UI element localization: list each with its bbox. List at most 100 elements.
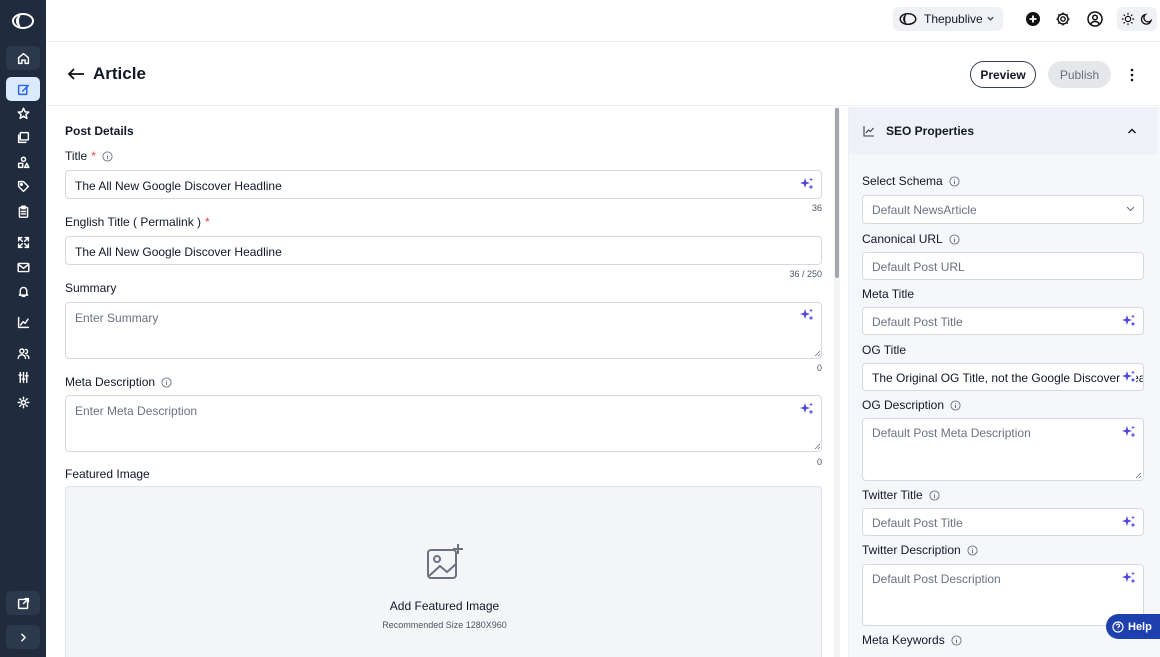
info-icon[interactable] (102, 150, 113, 162)
ai-sparkle-icon[interactable] (1122, 571, 1136, 585)
meta-keywords-label: Meta Keywords (862, 633, 962, 647)
chevron-down-icon (987, 16, 994, 21)
help-circle-icon[interactable] (967, 544, 978, 556)
meta-description-label-text: Meta Description (65, 375, 156, 389)
chevron-up-icon[interactable] (1127, 127, 1137, 135)
help-circle-icon[interactable] (951, 634, 962, 646)
seo-properties-header[interactable]: SEO Properties (849, 107, 1157, 154)
ai-sparkle-icon[interactable] (1122, 425, 1136, 439)
sidebar-item-featured[interactable] (6, 101, 40, 125)
featured-image-dropzone[interactable]: Add Featured Image Recommended Size 1280… (65, 486, 822, 657)
meta-description-label: Meta Description (65, 375, 172, 389)
help-circle-icon[interactable] (949, 233, 960, 245)
help-circle-icon[interactable] (950, 399, 961, 411)
preview-button[interactable]: Preview (970, 61, 1036, 88)
sidebar-item-analytics[interactable] (6, 310, 40, 334)
schema-select[interactable]: Default NewsArticle (862, 195, 1144, 224)
add-image-icon (427, 544, 463, 579)
sliders-icon (17, 371, 29, 383)
external-link-icon (17, 597, 29, 609)
sidebar-item-settings[interactable] (6, 390, 40, 414)
ai-sparkle-icon[interactable] (800, 308, 814, 322)
mail-icon (16, 262, 30, 272)
meta-title-input[interactable]: Default Post Title (862, 307, 1144, 335)
og-title-input[interactable]: The Original OG Title, not the Google Di… (862, 363, 1144, 391)
ai-sparkle-icon[interactable] (800, 402, 814, 416)
twitter-title-label: Twitter Title (862, 488, 940, 502)
english-title-char-count: 36 / 250 (789, 269, 822, 279)
summary-textarea[interactable]: Enter Summary (65, 302, 822, 359)
workspace-name: Thepublive (924, 12, 983, 26)
sidebar-item-home[interactable] (6, 46, 40, 70)
resize-handle-icon[interactable] (1135, 472, 1142, 479)
help-label: Help (1128, 620, 1152, 633)
sidebar-item-gallery[interactable] (6, 125, 40, 149)
sidebar (0, 0, 46, 657)
meta-description-textarea[interactable]: Enter Meta Description (65, 395, 822, 452)
back-arrow-icon[interactable] (67, 67, 85, 81)
shapes-icon (17, 155, 30, 168)
publish-button[interactable]: Publish (1048, 61, 1111, 88)
select-schema-label-text: Select Schema (862, 174, 943, 188)
sidebar-item-fullscreen[interactable] (6, 230, 40, 254)
required-mark: * (91, 149, 96, 163)
summary-label-text: Summary (65, 281, 117, 295)
summary-char-count: 0 (816, 363, 822, 373)
workspace-logo-icon (899, 12, 917, 26)
meta-title-label: Meta Title (862, 287, 914, 301)
sidebar-expand-button[interactable] (6, 625, 40, 649)
canonical-url-input[interactable]: Default Post URL (862, 252, 1144, 280)
ai-sparkle-icon[interactable] (1122, 370, 1136, 384)
ai-sparkle-icon[interactable] (800, 177, 814, 191)
profile-button[interactable] (1087, 11, 1103, 27)
sidebar-item-posts[interactable] (6, 77, 40, 101)
sidebar-item-pages[interactable] (6, 199, 40, 223)
title-label: Title * (65, 149, 113, 163)
sidebar-item-notifications[interactable] (6, 279, 40, 303)
question-circle-icon (1112, 620, 1124, 633)
top-bar: Thepublive (46, 0, 1160, 42)
twitter-title-input[interactable]: Default Post Title (862, 508, 1144, 536)
resize-handle-icon[interactable] (814, 443, 821, 450)
sidebar-item-users[interactable] (6, 341, 40, 365)
resize-handle-icon[interactable] (814, 350, 821, 357)
help-button[interactable]: Help (1106, 614, 1160, 639)
tag-icon (17, 180, 29, 192)
featured-image-hint: Recommended Size 1280X960 (382, 620, 507, 630)
more-options-icon[interactable] (1130, 68, 1134, 82)
theme-toggle[interactable] (1117, 7, 1157, 31)
app-logo-icon[interactable] (12, 11, 34, 31)
help-circle-icon[interactable] (949, 175, 960, 187)
select-schema-label: Select Schema (862, 174, 960, 188)
sidebar-item-preferences[interactable] (6, 365, 40, 389)
info-icon[interactable] (161, 376, 172, 388)
meta-keywords-label-text: Meta Keywords (862, 633, 945, 647)
og-title-label: OG Title (862, 343, 906, 357)
gear-icon (1056, 12, 1070, 26)
seo-properties-title: SEO Properties (886, 124, 975, 138)
ai-sparkle-icon[interactable] (1122, 515, 1136, 529)
ai-sparkle-icon[interactable] (1122, 314, 1136, 328)
add-button[interactable] (1025, 11, 1041, 27)
settings-button[interactable] (1055, 11, 1071, 27)
sidebar-item-visit-site[interactable] (6, 591, 40, 615)
scrollbar-thumb[interactable] (835, 108, 839, 278)
canonical-url-label-text: Canonical URL (862, 232, 943, 246)
english-title-label: English Title ( Permalink ) * (65, 215, 210, 229)
sun-icon[interactable] (1121, 12, 1135, 26)
og-description-label-text: OG Description (862, 398, 945, 412)
chevron-right-icon (20, 633, 26, 641)
moon-icon[interactable] (1140, 12, 1154, 26)
bell-icon (18, 286, 28, 297)
sidebar-item-categories[interactable] (6, 150, 40, 174)
english-title-input[interactable]: The All New Google Discover Headline (65, 236, 822, 265)
sidebar-item-tags[interactable] (6, 174, 40, 198)
gear-icon (16, 395, 30, 409)
og-title-label-text: OG Title (862, 343, 907, 357)
help-circle-icon[interactable] (929, 489, 940, 501)
title-input[interactable]: The All New Google Discover Headline (65, 170, 822, 199)
og-description-textarea[interactable]: Default Post Meta Description (862, 418, 1144, 481)
twitter-description-textarea[interactable]: Default Post Description (862, 564, 1144, 626)
workspace-switcher[interactable]: Thepublive (893, 7, 1003, 31)
sidebar-item-newsletter[interactable] (6, 255, 40, 279)
